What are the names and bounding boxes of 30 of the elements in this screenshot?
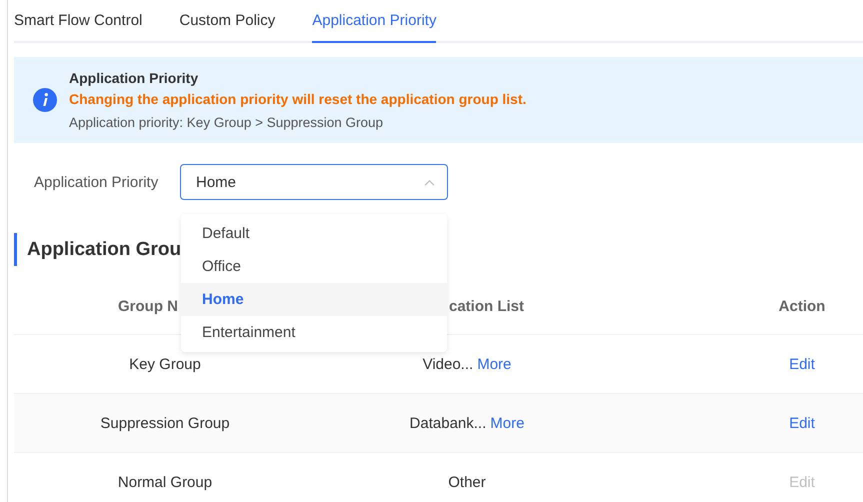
table-cell: Other — [448, 474, 486, 490]
edit-link[interactable]: Edit — [789, 356, 815, 372]
column-header: Action — [778, 298, 826, 314]
table-cell: Normal Group — [118, 474, 212, 490]
more-link[interactable]: More — [490, 414, 524, 432]
more-link[interactable]: More — [477, 356, 512, 372]
dropdown-option[interactable]: Default — [181, 217, 447, 250]
edit-link[interactable]: Edit — [789, 414, 815, 432]
tab[interactable]: Smart Flow Control — [14, 0, 142, 43]
accent-bar — [14, 233, 17, 266]
field-label: Application Priority — [34, 174, 160, 190]
select-field[interactable]: Home — [180, 164, 448, 200]
info-icon — [33, 88, 57, 112]
table-cell: Suppression Group — [100, 414, 230, 432]
banner-title: Application Priority — [69, 70, 200, 86]
tab[interactable]: Custom Policy — [179, 0, 276, 43]
dropdown-option[interactable]: Home — [181, 283, 447, 316]
caret-icon — [424, 178, 435, 186]
dropdown-option[interactable]: Office — [181, 250, 447, 283]
edit-link: Edit — [789, 474, 815, 490]
section-title: Application Grou — [27, 238, 182, 260]
banner-text: Application priority: Key Group > Suppression Group — [69, 115, 384, 130]
column-header: cation List — [449, 298, 524, 314]
column-header: Group N — [118, 298, 178, 314]
table-cell: Key Group — [129, 356, 201, 372]
warning-text: Changing the application priority will reset the application group list. — [69, 91, 526, 107]
dropdown-option[interactable]: Entertainment — [181, 316, 447, 349]
table-cell: Video... — [422, 356, 474, 372]
table-cell: Databank... — [410, 414, 486, 432]
tab[interactable]: Application Priority — [312, 0, 436, 43]
